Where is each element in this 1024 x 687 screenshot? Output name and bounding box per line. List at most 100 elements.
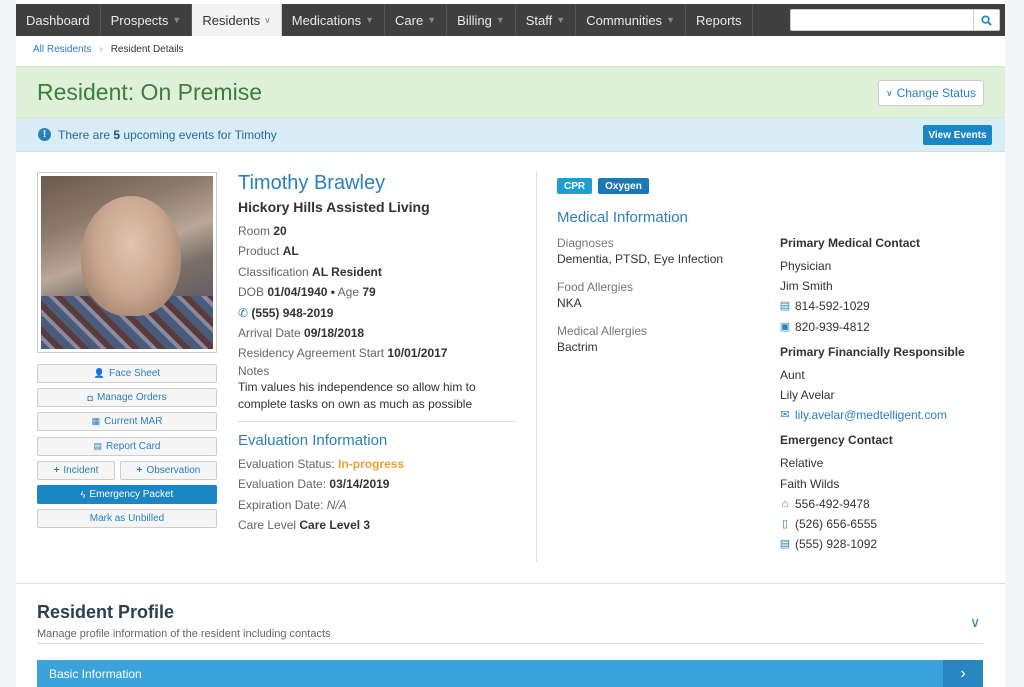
contact-fax[interactable]: 820-939-4812 xyxy=(795,317,870,337)
contact-mobile[interactable]: (526) 656-6555 xyxy=(795,514,877,534)
nav-reports[interactable]: Reports xyxy=(686,4,753,36)
alert-count: 5 xyxy=(113,128,121,142)
financial-title: Primary Financially Responsible xyxy=(780,344,965,359)
nav-label: Prospects xyxy=(110,12,169,28)
nav-communities[interactable]: Communities ▼ xyxy=(576,4,686,36)
age-label: Age xyxy=(337,285,359,300)
contact-role: Physician xyxy=(780,259,832,273)
diagnoses-label: Diagnoses xyxy=(557,236,614,250)
room-row: Room 20 xyxy=(238,221,518,241)
resident-info: Timothy Brawley Hickory Hills Assisted L… xyxy=(238,172,518,413)
contact-office[interactable]: (555) 928-1092 xyxy=(795,534,877,554)
emergency-title: Emergency Contact xyxy=(780,433,893,448)
chevron-down-icon[interactable]: ∨ xyxy=(970,614,980,631)
calendar-icon: ▦ xyxy=(91,416,101,426)
change-status-button[interactable]: ∨ Change Status xyxy=(878,80,984,106)
nav-label: Billing xyxy=(457,12,492,28)
contact-home[interactable]: 556-492-9478 xyxy=(795,494,870,514)
evaluation-date-row: Evaluation Date: 03/14/2019 xyxy=(238,474,404,494)
expiration-value: N/A xyxy=(326,497,347,512)
view-events-button[interactable]: View Events xyxy=(923,125,992,145)
evaluation-status-row: Evaluation Status: In-progress xyxy=(238,454,404,474)
nav-prospects[interactable]: Prospects ▼ xyxy=(101,4,193,36)
evaluation-status-value: In-progress xyxy=(338,457,405,471)
agreement-row: Residency Agreement Start 10/01/2017 xyxy=(238,343,518,363)
section-divider xyxy=(238,421,516,422)
dob-row: DOB 01/04/1940 • Age 79 xyxy=(238,282,518,302)
contact-name: Lily Avelar xyxy=(780,388,835,403)
mark-unbilled-button[interactable]: Mark as Unbilled xyxy=(37,509,217,528)
manage-orders-button[interactable]: ◘ Manage Orders xyxy=(37,388,217,407)
search-button[interactable] xyxy=(974,9,1000,31)
button-label: Emergency Packet xyxy=(89,489,174,500)
dob-value: 01/04/1940 xyxy=(267,285,328,300)
contact-fax-row: ▣ 820-939-4812 xyxy=(780,317,990,337)
resident-phone[interactable]: (555) 948-2019 xyxy=(251,306,333,320)
age-value: 79 xyxy=(362,285,376,300)
care-level-value: Care Level 3 xyxy=(299,518,371,533)
button-label: Face Sheet xyxy=(109,368,161,379)
nav-billing[interactable]: Billing ▼ xyxy=(447,4,516,36)
chevron-down-icon: ∨ xyxy=(264,14,271,25)
current-mar-button[interactable]: ▦ Current MAR xyxy=(37,412,217,431)
report-card-button[interactable]: ▤ Report Card xyxy=(37,437,217,456)
classification-value: AL Resident xyxy=(312,264,382,279)
top-nav: Dashboard Prospects ▼ Residents ∨ Medicati… xyxy=(16,4,1005,36)
notes-text: Tim values his independence so allow him… xyxy=(238,379,476,411)
office-phone-icon: ▤ xyxy=(779,538,791,551)
basic-information-label: Basic Information xyxy=(49,667,142,681)
agreement-value: 10/01/2017 xyxy=(387,346,448,361)
nav-staff[interactable]: Staff ▼ xyxy=(516,4,577,36)
button-label: Observation xyxy=(146,465,201,476)
contact-phone[interactable]: 814-592-1029 xyxy=(795,296,870,316)
arrival-label: Arrival Date xyxy=(238,326,301,341)
evaluation-title: Evaluation Information xyxy=(238,432,388,449)
resident-photo-image xyxy=(41,176,213,349)
contact-name: Jim Smith xyxy=(780,279,833,294)
home-icon: ⌂ xyxy=(781,497,789,510)
bullet-separator: • xyxy=(330,285,335,300)
evaluation-status-label: Evaluation Status: xyxy=(238,457,335,471)
medical-title: Medical Information xyxy=(557,209,688,226)
button-label: Current MAR xyxy=(104,416,163,427)
add-observation-button[interactable]: + Observation xyxy=(120,461,217,480)
expiration-row: Expiration Date: N/A xyxy=(238,495,404,515)
care-level-row: Care Level Care Level 3 xyxy=(238,515,404,535)
nav-residents[interactable]: Residents ∨ xyxy=(192,4,282,36)
resident-photo xyxy=(37,172,217,353)
fax-icon: ▣ xyxy=(779,320,791,333)
search-input[interactable] xyxy=(790,9,974,31)
button-label: Incident xyxy=(63,465,99,476)
chevron-down-icon: ▼ xyxy=(172,15,182,25)
user-icon: 👤 xyxy=(93,368,106,378)
product-value: AL xyxy=(282,244,299,259)
emergency-packet-button[interactable]: ϟ Emergency Packet xyxy=(37,485,217,504)
contact-mobile-row: ▯ (526) 656-6555 xyxy=(780,514,990,534)
contact-office-row: ▤ (555) 928-1092 xyxy=(780,534,990,554)
nav-dashboard[interactable]: Dashboard xyxy=(16,4,101,36)
alert-prefix: There are xyxy=(58,128,111,142)
nav-care[interactable]: Care ▼ xyxy=(385,4,448,36)
button-label: Report Card xyxy=(106,441,161,452)
evaluation-date-label: Evaluation Date: xyxy=(238,477,327,492)
food-allergies-value: NKA xyxy=(557,296,582,310)
page: Dashboard Prospects ▼ Residents ∨ Medicati… xyxy=(16,0,1005,687)
contact-home-row: ⌂ 556-492-9478 xyxy=(780,494,990,514)
nav-label: Reports xyxy=(695,12,742,28)
resident-tags: CPR Oxygen xyxy=(557,178,649,194)
search-icon xyxy=(981,14,992,26)
add-incident-button[interactable]: + Incident xyxy=(37,461,115,480)
arrival-value: 09/18/2018 xyxy=(304,326,365,341)
face-sheet-button[interactable]: 👤 Face Sheet xyxy=(37,364,217,383)
contact-phone-row: ▤ 814-592-1029 xyxy=(780,296,990,316)
basic-information-panel[interactable]: Basic Information › xyxy=(37,660,983,687)
contact-role: Relative xyxy=(780,456,824,471)
page-title: Resident: On Premise xyxy=(37,79,262,105)
room-value: 20 xyxy=(273,224,287,238)
nav-medications[interactable]: Medications ▼ xyxy=(282,4,386,36)
contact-email[interactable]: lily.avelar@medtelligent.com xyxy=(795,405,947,425)
classification-label: Classification xyxy=(238,264,309,279)
breadcrumb-all-residents[interactable]: All Residents xyxy=(33,44,91,55)
plus-icon: + xyxy=(53,465,60,476)
